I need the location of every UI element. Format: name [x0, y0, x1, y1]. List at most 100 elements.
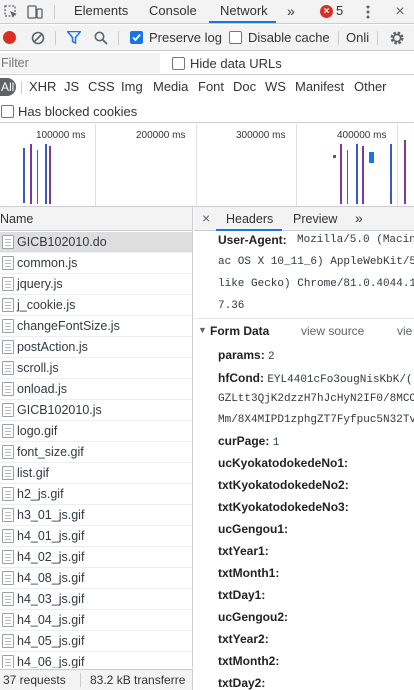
param-key: ucGengou2: [218, 610, 289, 624]
type-filter-doc[interactable]: Doc [233, 76, 256, 98]
request-name: font_size.gif [17, 445, 84, 459]
image-file-icon [2, 529, 14, 543]
image-file-icon [2, 550, 14, 564]
type-filter-xhr[interactable]: XHR [29, 76, 56, 98]
request-name: j_cookie.js [17, 298, 76, 312]
request-row[interactable]: h4_08_js.gif [0, 568, 192, 589]
preserve-log-checkbox[interactable] [130, 31, 143, 44]
divider [21, 81, 22, 94]
request-row[interactable]: changeFontSize.js [0, 316, 192, 337]
request-row[interactable]: h4_03_js.gif [0, 589, 192, 610]
image-file-icon [2, 508, 14, 522]
device-toolbar-icon[interactable] [26, 3, 44, 21]
request-row[interactable]: list.gif [0, 463, 192, 484]
request-row[interactable]: h4_01_js.gif [0, 526, 192, 547]
request-row[interactable]: j_cookie.js [0, 295, 192, 316]
active-detail-tab-indicator [216, 229, 282, 231]
form-param: txtMonth1: [218, 566, 279, 580]
disable-cache-label: Disable cache [248, 30, 330, 45]
timeline-bar [390, 144, 392, 204]
tab-preview[interactable]: Preview [293, 212, 337, 226]
filter-icon[interactable] [66, 30, 82, 45]
throttling-select[interactable]: Onli [346, 30, 369, 45]
request-name: h4_04_js.gif [17, 613, 85, 627]
preserve-log-label: Preserve log [149, 30, 222, 45]
more-tabs-button[interactable]: » [287, 0, 295, 24]
request-row[interactable]: onload.js [0, 379, 192, 400]
script-file-icon [2, 298, 14, 312]
request-row[interactable]: GICB102010.do [0, 232, 192, 253]
type-filter-js[interactable]: JS [64, 76, 79, 98]
form-data-section-header[interactable]: ▼ Form Data view source vie [194, 320, 414, 342]
request-name: GICB102010.do [17, 235, 107, 249]
type-filter-media[interactable]: Media [153, 76, 188, 98]
request-row[interactable]: h2_js.gif [0, 484, 192, 505]
filter-input[interactable] [0, 54, 158, 72]
more-detail-tabs-button[interactable]: » [355, 210, 363, 226]
timeline-tick: 400000 ms [337, 130, 387, 141]
timeline-bar [369, 152, 374, 163]
request-name: jquery.js [17, 277, 63, 291]
request-row[interactable]: font_size.gif [0, 442, 192, 463]
column-header-name[interactable]: Name [0, 212, 33, 226]
close-devtools-icon[interactable]: × [392, 3, 408, 21]
type-filter-img[interactable]: Img [121, 76, 143, 98]
request-row[interactable]: h4_02_js.gif [0, 547, 192, 568]
type-filter-font[interactable]: Font [198, 76, 224, 98]
request-name: scroll.js [17, 361, 59, 375]
hide-data-urls-checkbox[interactable] [172, 57, 185, 70]
type-filter-manifest[interactable]: Manifest [295, 76, 344, 98]
tab-elements[interactable]: Elements [74, 0, 128, 24]
form-param: ucGengou2: [218, 610, 288, 624]
form-param: params: 2 [218, 348, 275, 363]
param-value: 1 [272, 437, 280, 449]
timeline-bar [45, 144, 47, 204]
request-row[interactable]: h4_05_js.gif [0, 631, 192, 652]
request-row[interactable]: jquery.js [0, 274, 192, 295]
user-agent-label: User-Agent: [218, 233, 287, 247]
error-icon[interactable]: × [320, 5, 333, 18]
form-param: txtKyokatodokedeNo2: [218, 478, 349, 492]
settings-gear-icon[interactable] [388, 29, 406, 47]
disable-cache-checkbox[interactable] [229, 31, 242, 44]
request-row[interactable]: h3_01_js.gif [0, 505, 192, 526]
has-blocked-cookies-checkbox[interactable] [1, 105, 14, 118]
expand-triangle-icon: ▼ [198, 325, 207, 335]
view-url-encoded-link[interactable]: vie [397, 324, 412, 338]
request-name: h4_02_js.gif [17, 550, 85, 564]
param-key: curPage: [218, 434, 270, 448]
request-row[interactable]: common.js [0, 253, 192, 274]
tab-console[interactable]: Console [149, 0, 197, 24]
view-source-link[interactable]: view source [301, 324, 364, 338]
search-icon[interactable] [93, 30, 109, 45]
type-filter-all[interactable]: All [0, 78, 16, 96]
user-agent-value: like Gecko) Chrome/81.0.4044.1 [218, 278, 414, 290]
param-value-continued: Mm/8X4MIPD1zphgZT7Fyfpuc5N32Tv [218, 414, 414, 426]
image-file-icon [2, 571, 14, 585]
close-detail-button[interactable]: × [202, 210, 210, 226]
kebab-menu-icon[interactable] [362, 3, 374, 21]
type-filter-other[interactable]: Other [354, 76, 387, 98]
record-icon[interactable] [3, 31, 16, 44]
hide-data-urls-label: Hide data URLs [190, 56, 282, 71]
request-list: Name GICB102010.do common.js jquery.js j… [0, 207, 193, 668]
type-filter-css[interactable]: CSS [88, 76, 115, 98]
image-file-icon [2, 634, 14, 648]
timeline-tick: 200000 ms [136, 130, 186, 141]
clear-icon[interactable] [30, 30, 45, 45]
inspect-element-icon[interactable] [2, 3, 20, 21]
user-agent-value: 7.36 [218, 300, 245, 312]
image-file-icon [2, 424, 14, 438]
request-row[interactable]: GICB102010.js [0, 400, 192, 421]
tab-headers[interactable]: Headers [226, 212, 273, 226]
request-row[interactable]: h4_06_js.gif [0, 652, 192, 668]
request-row[interactable]: h4_04_js.gif [0, 610, 192, 631]
type-filter-ws[interactable]: WS [265, 76, 286, 98]
divider [80, 673, 81, 687]
request-list-header: Name [0, 207, 192, 231]
request-name: onload.js [17, 382, 68, 396]
request-row[interactable]: postAction.js [0, 337, 192, 358]
request-row[interactable]: scroll.js [0, 358, 192, 379]
request-row[interactable]: logo.gif [0, 421, 192, 442]
request-name: common.js [17, 256, 78, 270]
